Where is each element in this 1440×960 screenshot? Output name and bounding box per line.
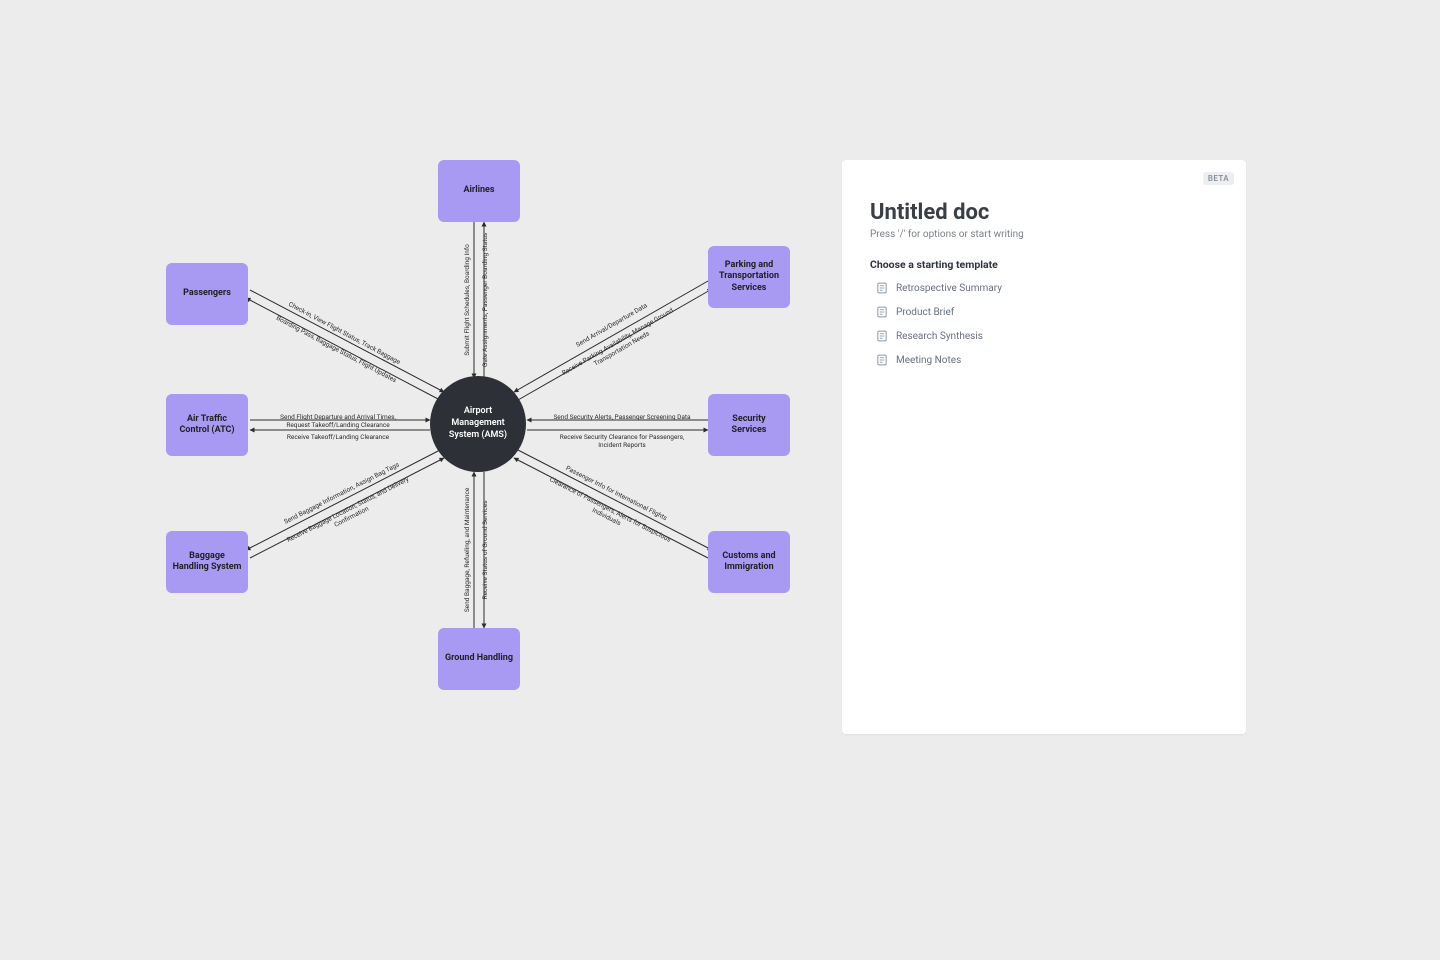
node-airlines[interactable]: Airlines — [438, 160, 520, 222]
doc-panel[interactable]: BETA Untitled doc Press '/' for options … — [842, 160, 1246, 734]
document-icon — [876, 282, 888, 294]
node-ground[interactable]: Ground Handling — [438, 628, 520, 690]
context-diagram[interactable]: Airport Management System (AMS) Airlines… — [0, 0, 840, 960]
node-label: Air Traffic Control (ATC) — [172, 414, 242, 437]
document-icon — [876, 330, 888, 342]
node-label: Parking and Transportation Services — [714, 260, 784, 294]
template-item-meeting-notes[interactable]: Meeting Notes — [874, 351, 1218, 369]
template-item-research-synthesis[interactable]: Research Synthesis — [874, 327, 1218, 345]
node-label: Ground Handling — [445, 653, 513, 664]
template-heading: Choose a starting template — [870, 258, 1218, 271]
node-security[interactable]: Security Services — [708, 394, 790, 456]
doc-hint: Press '/' for options or start writing — [870, 229, 1218, 240]
doc-title[interactable]: Untitled doc — [870, 200, 1218, 225]
node-label: Baggage Handling System — [172, 551, 242, 574]
node-parking[interactable]: Parking and Transportation Services — [708, 246, 790, 308]
template-item-retrospective[interactable]: Retrospective Summary — [874, 279, 1218, 297]
node-passengers[interactable]: Passengers — [166, 263, 248, 325]
template-list: Retrospective Summary Product Brief Rese… — [874, 279, 1218, 369]
template-label: Product Brief — [896, 307, 954, 318]
diagram-arrows — [0, 0, 840, 960]
node-center-ams[interactable]: Airport Management System (AMS) — [430, 376, 526, 472]
node-baggage[interactable]: Baggage Handling System — [166, 531, 248, 593]
document-icon — [876, 354, 888, 366]
node-label: Airlines — [463, 185, 494, 196]
node-label: Customs and Immigration — [714, 551, 784, 574]
beta-badge: BETA — [1203, 172, 1234, 185]
template-label: Research Synthesis — [896, 331, 983, 342]
node-label: Security Services — [714, 414, 784, 437]
document-icon — [876, 306, 888, 318]
template-item-product-brief[interactable]: Product Brief — [874, 303, 1218, 321]
template-label: Meeting Notes — [896, 355, 961, 366]
node-label: Passengers — [183, 288, 231, 299]
template-label: Retrospective Summary — [896, 283, 1002, 294]
node-atc[interactable]: Air Traffic Control (ATC) — [166, 394, 248, 456]
node-customs[interactable]: Customs and Immigration — [708, 531, 790, 593]
node-center-label: Airport Management System (AMS) — [438, 406, 518, 441]
